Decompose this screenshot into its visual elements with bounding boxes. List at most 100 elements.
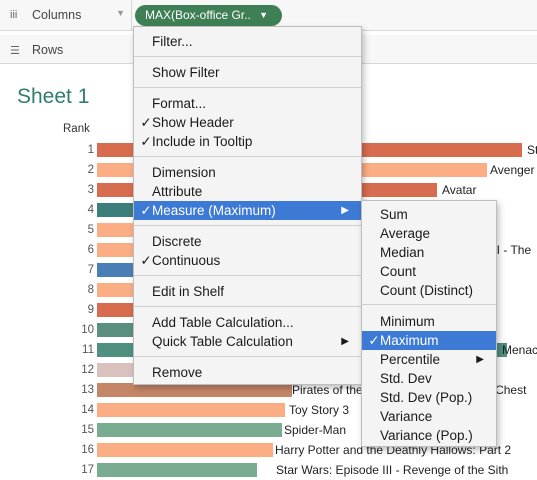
menu-item-dimension[interactable]: Dimension [134,163,361,182]
submenu-arrow-icon: ▶ [476,354,484,365]
rank-label: 11 [82,344,94,356]
menu-item-average[interactable]: Average [362,224,496,243]
menu-separator [134,356,361,357]
columns-shelf-label: Columns [32,8,82,22]
menu-item-label: Variance (Pop.) [380,428,473,443]
menu-item-quick-table-calculation[interactable]: Quick Table Calculation ▶ [134,332,361,351]
menu-item-count-distinct[interactable]: Count (Distinct) [362,281,496,300]
menu-item-label: Minimum [380,314,435,329]
rank-column-header: Rank [63,123,90,135]
menu-item-format[interactable]: Format... [134,94,361,113]
menu-item-discrete[interactable]: Discrete [134,232,361,251]
movie-title-label: Star Wars: Episode III - Revenge of the … [276,463,509,477]
menu-item-label: Format... [152,96,207,111]
menu-item-add-table-calculation[interactable]: Add Table Calculation... [134,313,361,332]
menu-item-label: Remove [152,365,203,380]
rank-label: 2 [87,164,94,176]
viz-row[interactable]: 17 Star Wars: Episode III - Revenge of th… [0,460,537,480]
box-office-bar[interactable] [97,463,257,477]
menu-separator [134,156,361,157]
menu-separator [134,306,361,307]
menu-item-edit-in-shelf[interactable]: Edit in Shelf [134,282,361,301]
max-box-office-pill[interactable]: MAX(Box-office Gr.. ▼ [135,5,282,26]
menu-item-label: Median [380,245,425,260]
menu-item-percentile[interactable]: Percentile ▶ [362,350,496,369]
columns-dropdown-icon[interactable]: ▼ [116,8,125,18]
movie-title-label: Avenger [490,163,535,177]
menu-item-median[interactable]: Median [362,243,496,262]
menu-item-attribute[interactable]: Attribute [134,182,361,201]
movie-title-label: Avatar [442,183,477,197]
menu-item-std-dev-pop[interactable]: Std. Dev (Pop.) [362,388,496,407]
rank-label: 9 [87,304,94,316]
pill-label: MAX(Box-office Gr.. [145,8,251,22]
box-office-bar[interactable] [97,383,292,397]
rank-label: 7 [87,264,94,276]
rows-shelf-label-area: ☰ Rows [0,35,132,65]
menu-item-label: Show Header [152,115,234,130]
menu-separator [134,225,361,226]
rows-icon: ☰ [10,44,20,57]
check-icon: ✓ [140,203,152,218]
menu-item-std-dev[interactable]: Std. Dev [362,369,496,388]
menu-item-label: Std. Dev (Pop.) [380,390,473,405]
columns-shelf-label-area: iii Columns ▼ [0,0,132,30]
menu-item-label: Sum [380,207,408,222]
rank-label: 17 [81,464,94,476]
menu-item-label: Dimension [152,165,216,180]
menu-item-continuous[interactable]: ✓ Continuous [134,251,361,270]
menu-item-remove[interactable]: Remove [134,363,361,382]
rank-label: 4 [87,204,94,216]
movie-title-label: Toy Story 3 [289,403,350,417]
menu-item-show-header[interactable]: ✓ Show Header [134,113,361,132]
pill-context-menu: Filter... Show Filter Format... ✓ Show Heade… [133,26,362,385]
menu-item-maximum[interactable]: ✓ Maximum [362,331,496,350]
rank-label: 1 [87,144,94,156]
menu-item-minimum[interactable]: Minimum [362,312,496,331]
submenu-arrow-icon: ▶ [341,336,349,347]
rank-label: 8 [87,284,94,296]
menu-separator [134,87,361,88]
menu-separator [134,56,361,57]
menu-item-measure-maximum[interactable]: ✓ Measure (Maximum) ▶ [134,201,361,220]
rank-label: 13 [81,384,94,396]
menu-item-label: Count (Distinct) [380,283,474,298]
rank-label: 14 [81,404,94,416]
sheet-title: Sheet 1 [17,85,90,108]
menu-item-label: Count [380,264,417,279]
box-office-bar[interactable] [97,443,273,457]
menu-item-show-filter[interactable]: Show Filter [134,63,361,82]
menu-item-label: Variance [380,409,433,424]
box-office-bar[interactable] [97,423,282,437]
menu-item-label: Show Filter [152,65,220,80]
menu-item-label: Std. Dev [380,371,432,386]
movie-title-label: Menace [502,343,537,357]
movie-title-label: Spider-Man [284,423,347,437]
pill-chevron-down-icon[interactable]: ▼ [259,5,268,26]
menu-item-label: Filter... [152,34,193,49]
menu-separator [134,275,361,276]
menu-item-label: Percentile [380,352,441,367]
columns-icon: iii [10,9,18,21]
box-office-bar[interactable] [97,403,285,417]
menu-item-variance-pop[interactable]: Variance (Pop.) [362,426,496,445]
menu-item-label: Attribute [152,184,203,199]
menu-item-variance[interactable]: Variance [362,407,496,426]
menu-item-label: Continuous [152,253,221,268]
menu-item-label: Discrete [152,234,202,249]
menu-item-label: Maximum [380,333,439,348]
menu-item-include-in-tooltip[interactable]: ✓ Include in Tooltip [134,132,361,151]
menu-item-sum[interactable]: Sum [362,205,496,224]
check-icon: ✓ [140,253,152,268]
check-icon: ✓ [140,134,152,149]
menu-item-label: Add Table Calculation... [152,315,294,330]
menu-item-label: Include in Tooltip [152,134,253,149]
rank-label: 10 [81,324,94,336]
menu-item-count[interactable]: Count [362,262,496,281]
movie-title-label: St [527,143,537,157]
rows-shelf-label: Rows [32,43,64,57]
rank-label: 15 [81,424,94,436]
menu-item-filter[interactable]: Filter... [134,32,361,51]
rank-label: 6 [87,244,94,256]
check-icon: ✓ [140,115,152,130]
